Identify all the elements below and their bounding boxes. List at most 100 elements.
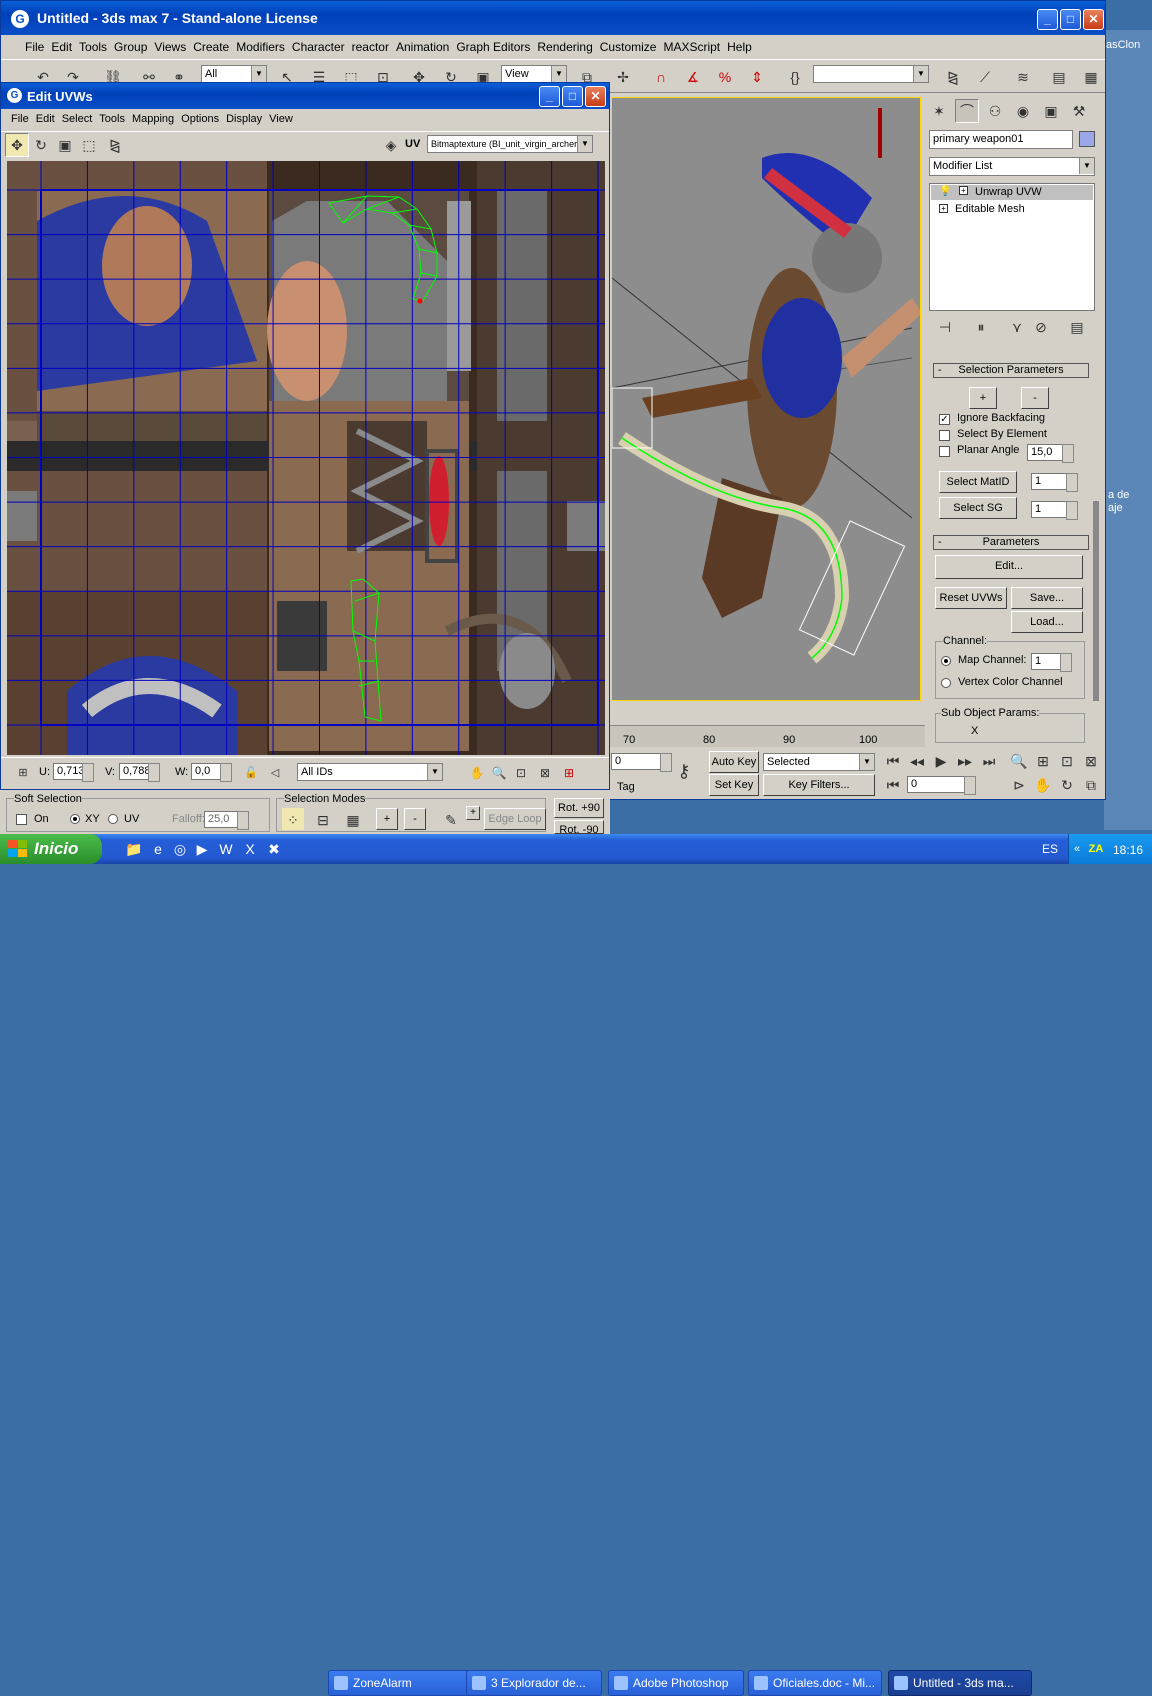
uvw-menu-view[interactable]: View <box>269 113 293 125</box>
absolute-offset-icon[interactable]: ⊞ <box>13 761 33 781</box>
menu-maxscript[interactable]: MAXScript <box>663 40 720 54</box>
select-matid-button[interactable]: Select MatID <box>939 471 1017 493</box>
falloff-spinner[interactable]: 25,0 <box>204 811 249 830</box>
face-mode-icon[interactable]: ▦ <box>342 808 364 830</box>
lock-icon[interactable]: 🔓 <box>241 761 261 781</box>
matid-spinner[interactable]: 1 <box>1031 473 1078 492</box>
key-mode-select[interactable]: Selected ▼ <box>763 753 875 771</box>
uvw-menu-mapping[interactable]: Mapping <box>132 113 174 125</box>
modifier-list-select[interactable]: Modifier List ▼ <box>929 157 1095 176</box>
auto-key-button[interactable]: Auto Key <box>709 751 759 773</box>
modify-tab-icon[interactable]: ⌒ <box>955 99 979 123</box>
menu-tools[interactable]: Tools <box>79 40 107 54</box>
pin-stack-icon[interactable]: ⊣ <box>933 315 957 339</box>
edge-loop-button[interactable]: Edge Loop <box>484 808 546 830</box>
texture-select[interactable]: Bitmaptexture (BI_unit_virgin_archers_ ▼ <box>427 135 593 153</box>
minimize-button[interactable]: _ <box>1037 9 1058 30</box>
zoom-extents-icon[interactable]: ⊡ <box>1055 749 1079 773</box>
menu-modifiers[interactable]: Modifiers <box>236 40 285 54</box>
task-photoshop[interactable]: Adobe Photoshop <box>608 1670 744 1696</box>
menu-rendering[interactable]: Rendering <box>537 40 592 54</box>
menu-edit[interactable]: Edit <box>51 40 72 54</box>
play-icon[interactable]: ▶ <box>929 749 953 773</box>
uvw-minimize-button[interactable]: _ <box>539 86 560 107</box>
quicklaunch-excel-icon[interactable]: X <box>238 837 262 861</box>
ids-select[interactable]: All IDs ▼ <box>297 763 443 781</box>
task-explorer[interactable]: 3 Explorador de... <box>466 1670 602 1696</box>
command-panel-scrollbar[interactable] <box>1093 501 1099 701</box>
mirror-uv-icon[interactable]: ⧎ <box>103 133 127 157</box>
planar-angle-checkbox[interactable] <box>939 446 950 457</box>
uvw-titlebar[interactable]: G Edit UVWs _ □ ✕ <box>1 83 609 109</box>
zoom-region-icon[interactable]: ⊡ <box>511 761 531 781</box>
uvw-menu-options[interactable]: Options <box>181 113 219 125</box>
grow-selection-button[interactable]: + <box>969 387 997 409</box>
trackbar[interactable]: 70 80 90 100 <box>609 725 925 747</box>
uvw-menu-display[interactable]: Display <box>226 113 262 125</box>
manipulate-icon[interactable]: ✢ <box>611 65 635 89</box>
expand-selection-button[interactable]: + <box>376 808 398 830</box>
menu-reactor[interactable]: reactor <box>352 40 389 54</box>
uvw-maximize-button[interactable]: □ <box>562 86 583 107</box>
xy-radio[interactable] <box>70 814 80 824</box>
object-color-swatch[interactable] <box>1079 131 1095 147</box>
zoom-extents-all-icon[interactable]: ⊠ <box>1079 749 1103 773</box>
current-frame-field[interactable]: 0 <box>907 776 976 795</box>
stack-item-unwrap-uvw[interactable]: 💡 + Unwrap UVW <box>931 185 1093 200</box>
map-channel-spinner[interactable]: 1 <box>1031 653 1072 672</box>
planar-angle-spinner[interactable]: 15,0 <box>1027 444 1074 463</box>
key-filters-button[interactable]: Key Filters... <box>763 774 875 796</box>
pan-icon[interactable]: ✋ <box>467 761 487 781</box>
align-icon[interactable]: ⟋ <box>973 65 997 89</box>
task-3dsmax[interactable]: Untitled - 3ds ma... <box>888 1670 1032 1696</box>
set-key-icon[interactable]: ⚷ <box>669 759 699 783</box>
uvw-menu-select[interactable]: Select <box>62 113 93 125</box>
desktop-label[interactable]: asClon <box>1106 39 1140 51</box>
curve-editor-icon[interactable]: ▤ <box>1047 65 1071 89</box>
load-button[interactable]: Load... <box>1011 611 1083 633</box>
contract-selection-button[interactable]: - <box>404 808 426 830</box>
show-end-result-icon[interactable]: ⏸ <box>969 315 993 339</box>
main-titlebar[interactable]: G Untitled - 3ds max 7 - Stand-alone Lic… <box>1 1 1105 35</box>
utilities-tab-icon[interactable]: ⚒ <box>1067 99 1091 123</box>
orbit-icon[interactable]: ↻ <box>1055 773 1079 797</box>
named-selection-select[interactable]: ▼ <box>813 65 929 83</box>
freeform-uv-icon[interactable]: ⬚ <box>77 133 101 157</box>
maximize-button[interactable]: □ <box>1060 9 1081 30</box>
desktop-label[interactable]: a de <box>1108 489 1129 501</box>
zoom-extents-icon[interactable]: ⊠ <box>535 761 555 781</box>
select-by-element-checkbox[interactable] <box>939 430 950 441</box>
map-channel-radio[interactable] <box>941 656 951 666</box>
parameters-rollout[interactable]: - Parameters <box>933 535 1089 550</box>
tray-expand-icon[interactable]: « <box>1069 837 1085 861</box>
motion-tab-icon[interactable]: ◉ <box>1011 99 1035 123</box>
mirror-icon[interactable]: ⧎ <box>941 65 965 89</box>
paint-select-icon[interactable]: ✎ <box>440 808 462 830</box>
key-mode-icon[interactable]: ⏮ <box>881 773 905 797</box>
soft-selection-on-checkbox[interactable] <box>16 814 27 825</box>
display-tab-icon[interactable]: ▣ <box>1039 99 1063 123</box>
edge-mode-icon[interactable]: ⊟ <box>312 808 334 830</box>
close-button[interactable]: ✕ <box>1083 9 1104 30</box>
uvw-menu-tools[interactable]: Tools <box>99 113 125 125</box>
task-word[interactable]: Oficiales.doc - Mi... <box>748 1670 882 1696</box>
schematic-view-icon[interactable]: ▦ <box>1079 65 1103 89</box>
zoom-icon[interactable]: 🔍 <box>1007 749 1031 773</box>
u-spinner[interactable]: 0,713 <box>53 763 94 782</box>
field-of-view-icon[interactable]: ⊳ <box>1007 773 1031 797</box>
frame-field[interactable]: 0 <box>611 753 672 772</box>
ignore-backfacing-checkbox[interactable]: ✓ <box>939 414 950 425</box>
layer-manager-icon[interactable]: ≋ <box>1011 65 1035 89</box>
task-zonealarm[interactable]: ZoneAlarm <box>328 1670 474 1696</box>
w-spinner[interactable]: 0,0 <box>191 763 232 782</box>
vertex-mode-icon[interactable]: ⁘ <box>282 808 304 830</box>
percent-snap-icon[interactable]: % <box>713 65 737 89</box>
maximize-viewport-icon[interactable]: ⧉ <box>1079 773 1103 797</box>
rotate-minus-90-button[interactable]: Rot. -90 <box>554 820 604 834</box>
start-button[interactable]: Inicio <box>0 834 102 864</box>
goto-start-icon[interactable]: ⏮ <box>881 749 905 773</box>
set-key-button[interactable]: Set Key <box>709 774 759 796</box>
remove-modifier-icon[interactable]: ⊘ <box>1029 315 1053 339</box>
menu-views[interactable]: Views <box>154 40 186 54</box>
make-unique-icon[interactable]: ⋎ <box>1005 315 1029 339</box>
